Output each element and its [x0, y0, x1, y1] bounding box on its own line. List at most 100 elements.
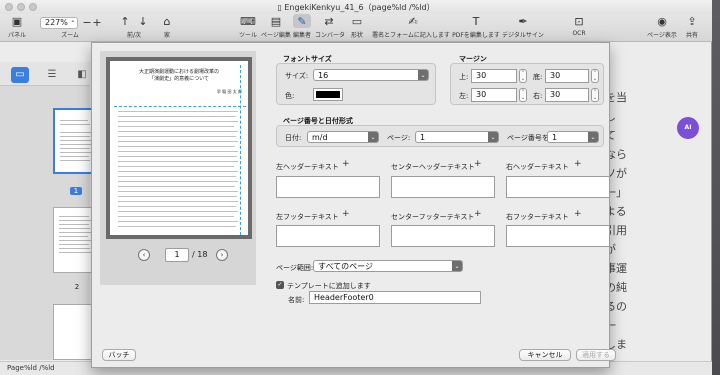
margin-right-input[interactable]: 30 — [545, 88, 589, 102]
zoom-label: ズーム — [61, 32, 79, 39]
tool-label-digital-sign: デジタルサイン — [502, 32, 544, 39]
tool-button-sign-fill[interactable]: ✍ — [404, 16, 422, 28]
right-footer-textbox[interactable] — [506, 225, 610, 247]
margin-right-label: 右: — [533, 92, 543, 100]
add-left-footer-icon[interactable]: + — [342, 209, 350, 219]
left-header-textbox[interactable] — [276, 176, 380, 198]
preview-author: 早 稲 田 太 郎 — [216, 89, 242, 94]
font-size-select[interactable]: 16 ⌄ — [313, 69, 429, 81]
page-thumbnail-1[interactable] — [53, 108, 95, 174]
page-thumbnail-3[interactable] — [53, 304, 95, 360]
margin-group: 上: 30 ⌃ ⌄ 底: 30 ⌃ ⌄ 左: 30 ⌃ ⌄ 右: 30 ⌃ ⌄ — [450, 63, 604, 105]
page-format-label: ページ: — [387, 134, 411, 142]
right-footer-label: 右フッターテキスト — [506, 213, 569, 221]
share-label: 共有 — [685, 32, 698, 39]
zoom-out-button[interactable]: − — [82, 17, 92, 29]
convert-icon: ⇄ — [324, 15, 334, 28]
home-icon[interactable]: ⌂ — [160, 16, 174, 28]
left-footer-textbox[interactable] — [276, 225, 380, 247]
margin-left-input[interactable]: 30 — [471, 88, 517, 102]
margin-bottom-label: 底: — [533, 73, 543, 81]
add-right-header-icon[interactable]: + — [574, 159, 582, 169]
page-view-label: ページ表示 — [647, 32, 677, 39]
bookmark-view-icon[interactable]: ◧ — [73, 67, 91, 83]
chevron-down-icon: ⌄ — [418, 70, 428, 80]
center-footer-textbox[interactable] — [391, 225, 495, 247]
signature-icon: ✍ — [408, 15, 418, 28]
preview-prev-page-button[interactable]: ‹ — [138, 249, 150, 261]
tool-label-edit-pdf: PDFを編集します — [452, 32, 500, 39]
left-header-label: 左ヘッダーテキスト — [276, 163, 339, 171]
template-name-label: 名前: — [288, 296, 305, 304]
arrow-down-icon[interactable]: ↓ — [137, 16, 149, 28]
sidebar-panel-icon[interactable]: ▣ — [10, 16, 24, 28]
page-range-value: すべてのページ — [318, 262, 373, 271]
font-size-label: サイズ: — [285, 72, 309, 80]
tool-button-ocr[interactable]: ⊡ — [570, 16, 588, 28]
pen-nib-icon: ✒ — [518, 15, 528, 28]
margin-top-input[interactable]: 30 — [471, 69, 517, 83]
tool-label-shape: 形状 — [350, 32, 363, 39]
margin-guide-top — [114, 106, 246, 107]
prev-next-label: 前/次 — [126, 32, 142, 39]
page-format-value: 1 — [420, 133, 426, 142]
chevron-down-icon: ⌄ — [588, 132, 598, 142]
margin-left-stepper[interactable]: ⌃ ⌄ — [519, 88, 527, 102]
font-color-well[interactable] — [313, 88, 343, 101]
page-format-select[interactable]: 1 ⌄ — [415, 131, 499, 143]
margin-right-stepper[interactable]: ⌃ ⌄ — [591, 88, 599, 102]
main-toolbar: ▣ パネル 227% ⌃ − + ズーム ↑ ↓ 前/次 ⌂ 家 ⌨ ツール ▤… — [0, 14, 712, 42]
start-page-select[interactable]: 1 ⌄ — [547, 131, 599, 143]
page-range-select[interactable]: すべてのページ ⌄ — [313, 260, 463, 272]
margin-bottom-stepper[interactable]: ⌃ ⌄ — [591, 69, 599, 83]
template-name-input[interactable]: HeaderFooter0 — [309, 291, 481, 304]
zoom-in-button[interactable]: + — [92, 17, 102, 29]
cancel-button[interactable]: キャンセル — [519, 349, 571, 361]
tool-button-page-edit[interactable]: ▤ — [265, 16, 287, 28]
page-edit-icon: ▤ — [270, 15, 282, 28]
eye-icon[interactable]: ◉ — [655, 16, 669, 28]
date-format-label: 日付: — [285, 134, 302, 142]
toolbox-icon: ⌨ — [240, 15, 256, 28]
title-bar: ▯ EngekiKenkyu_41_6（page%ld /%ld） — [0, 0, 712, 14]
share-icon[interactable]: ⇪ — [685, 16, 699, 28]
tool-button-converter[interactable]: ⇄ — [318, 16, 340, 28]
thumbnail-view-icon[interactable]: ▭ — [11, 67, 29, 83]
tool-label-sign-fill: 署名とフォームに記入します — [372, 32, 450, 39]
zoom-value: 227% — [45, 18, 68, 27]
ocr-icon: ⊡ — [574, 15, 584, 28]
pen-edit-icon: ✎ — [297, 15, 307, 28]
add-center-footer-icon[interactable]: + — [474, 209, 482, 219]
preview-page: 大正期演劇運動における劇場改革の 「演劇史」的意義について 早 稲 田 太 郎 — [106, 57, 252, 239]
add-center-header-icon[interactable]: + — [474, 159, 482, 169]
zoom-select[interactable]: 227% ⌃ — [40, 17, 78, 29]
add-right-footer-icon[interactable]: + — [574, 209, 582, 219]
page-number-1: 1 — [70, 187, 82, 195]
ai-assistant-avatar[interactable]: AI — [677, 117, 699, 139]
save-template-checkbox[interactable]: ✓ — [276, 281, 284, 289]
add-left-header-icon[interactable]: + — [342, 159, 350, 169]
list-view-icon[interactable]: ☰ — [43, 67, 61, 83]
margin-bottom-input[interactable]: 30 — [545, 69, 589, 83]
right-header-label: 右ヘッダーテキスト — [506, 163, 569, 171]
center-header-textbox[interactable] — [391, 176, 495, 198]
batch-button[interactable]: バッチ — [102, 349, 136, 361]
margin-top-label: 上: — [459, 73, 469, 81]
tool-button-shape[interactable]: ▭ — [348, 16, 366, 28]
tool-button-digital-sign[interactable]: ✒ — [514, 16, 532, 28]
tool-button-editor[interactable]: ✎ — [293, 14, 311, 28]
date-format-select[interactable]: m/d ⌄ — [307, 131, 379, 143]
arrow-up-icon[interactable]: ↑ — [119, 16, 131, 28]
chevron-down-icon: ⌄ — [488, 132, 498, 142]
margin-left-label: 左: — [459, 92, 469, 100]
page-thumbnail-2[interactable] — [53, 207, 95, 273]
preview-next-page-button[interactable]: › — [216, 249, 228, 261]
start-page-value: 1 — [552, 133, 558, 142]
preview-page-input[interactable]: 1 — [165, 248, 189, 262]
tool-button-edit-pdf[interactable]: T — [467, 16, 485, 28]
right-header-textbox[interactable] — [506, 176, 610, 198]
apply-button[interactable]: 適用する — [576, 349, 616, 361]
margin-top-stepper[interactable]: ⌃ ⌄ — [519, 69, 527, 83]
tool-button-tools[interactable]: ⌨ — [237, 16, 259, 28]
page-number-2: 2 — [74, 283, 80, 291]
